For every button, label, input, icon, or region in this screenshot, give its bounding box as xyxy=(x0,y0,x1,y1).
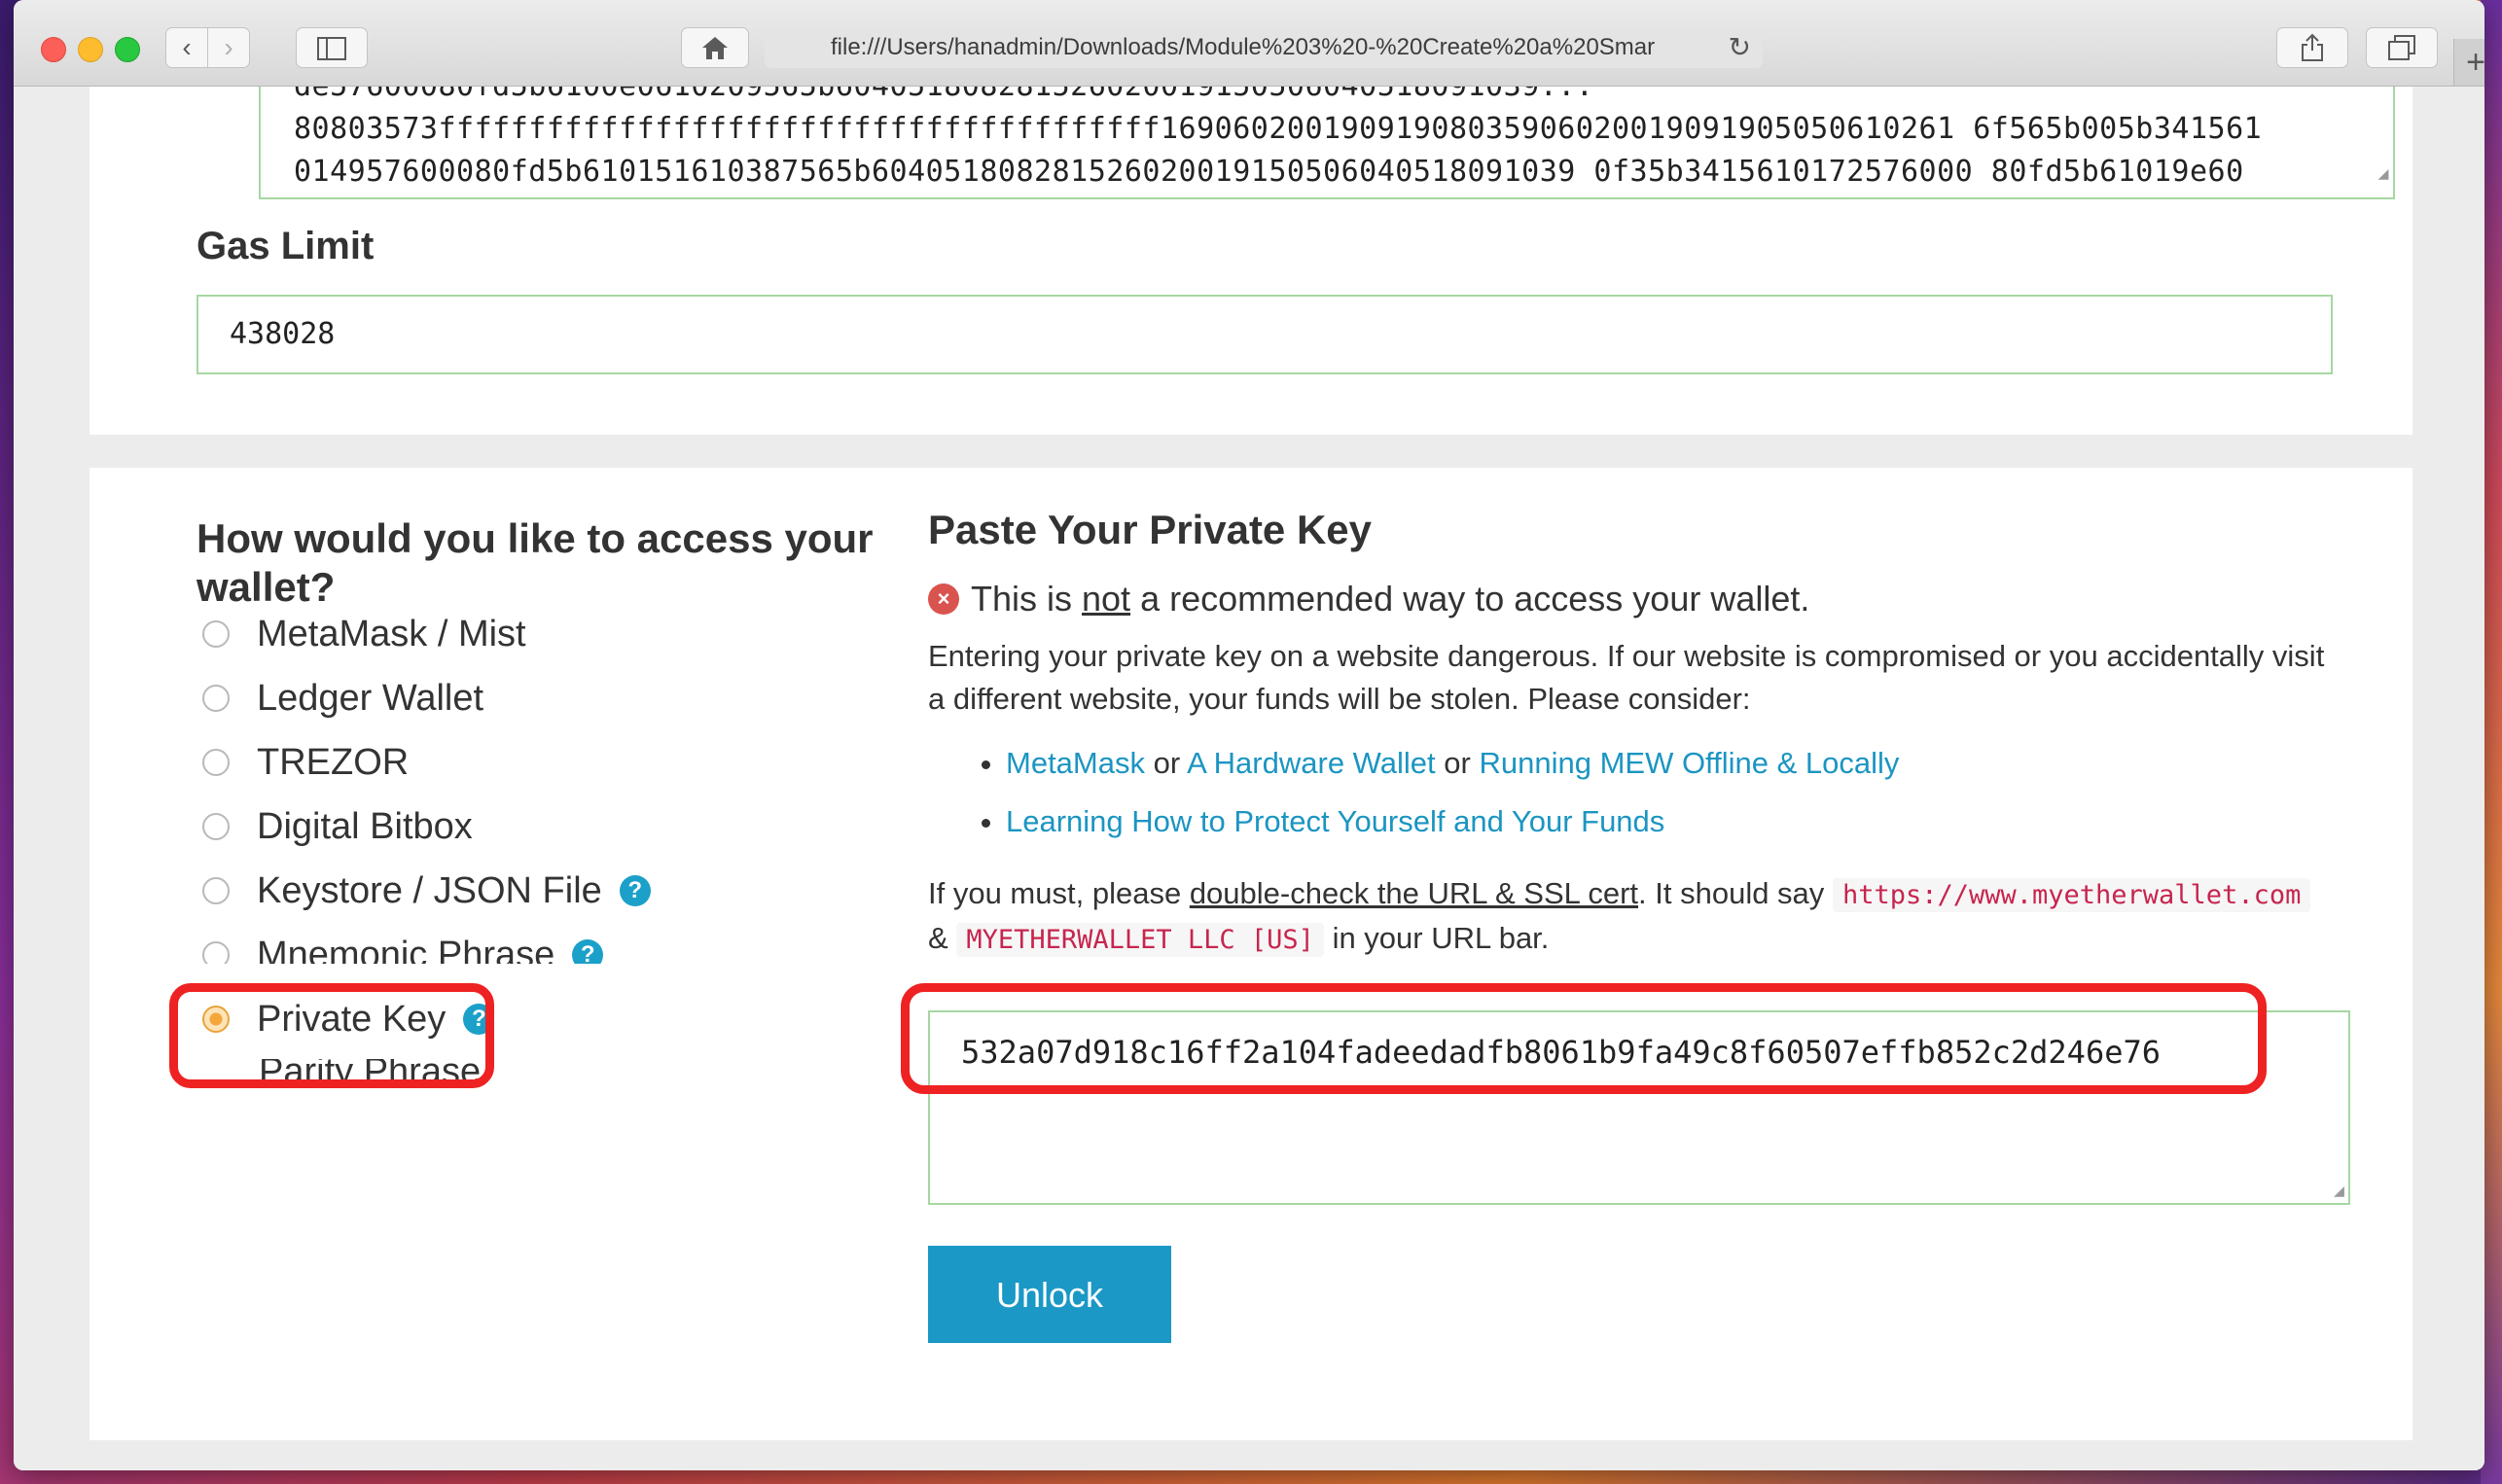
cert-code: MYETHERWALLET LLC [US] xyxy=(956,923,1324,957)
private-key-section: Paste Your Private Key × This is not a r… xyxy=(928,507,2348,962)
help-icon[interactable]: ? xyxy=(572,939,604,964)
hardware-wallet-link[interactable]: A Hardware Wallet xyxy=(1187,746,1436,780)
radio-digital-bitbox[interactable]: Digital Bitbox xyxy=(202,802,473,851)
list-item: MetaMask or A Hardware Wallet or Running… xyxy=(1006,734,2348,793)
url-check-notice: If you must, please double-check the URL… xyxy=(928,872,2348,962)
tabs-icon xyxy=(2388,35,2415,60)
radio-metamask[interactable]: MetaMask / Mist xyxy=(202,610,526,658)
radio-label: Digital Bitbox xyxy=(257,805,473,847)
warning-description: Entering your private key on a website d… xyxy=(928,639,2325,716)
help-icon[interactable]: ? xyxy=(619,875,651,906)
address-bar[interactable]: file:///Users/hanadmin/Downloads/Module%… xyxy=(765,27,1763,68)
resize-grip-icon[interactable]: ◢ xyxy=(2378,153,2389,195)
learning-link[interactable]: Learning How to Protect Yourself and You… xyxy=(1006,804,1664,838)
access-wallet-card: How would you like to access your wallet… xyxy=(89,468,2413,1440)
radio-button[interactable] xyxy=(202,941,230,964)
ssl-check-link[interactable]: double-check the URL & SSL cert xyxy=(1190,876,1638,910)
radio-ledger[interactable]: Ledger Wallet xyxy=(202,674,483,723)
alternatives-list: MetaMask or A Hardware Wallet or Running… xyxy=(928,734,2348,851)
warning-text-pre: This is xyxy=(971,579,1073,618)
radio-button[interactable] xyxy=(202,749,230,776)
radio-label: Ledger Wallet xyxy=(257,677,484,719)
close-window-button[interactable] xyxy=(41,37,66,62)
radio-label: Mnemonic Phrase xyxy=(257,934,555,975)
chevron-left-icon: ‹ xyxy=(182,32,192,62)
browser-toolbar: ‹ › file:///Users/hanadmin/Downloads/Mod… xyxy=(14,0,2484,87)
plus-icon: + xyxy=(2466,44,2484,81)
or-text: or xyxy=(1444,746,1471,780)
radio-button[interactable] xyxy=(202,685,230,712)
ifmust-pre: If you must, please xyxy=(928,876,1182,910)
radio-label: TREZOR xyxy=(257,741,410,783)
browser-window: ‹ › file:///Users/hanadmin/Downloads/Mod… xyxy=(14,0,2484,1470)
zoom-window-button[interactable] xyxy=(115,37,140,62)
forward-button[interactable]: › xyxy=(207,27,250,68)
contract-card: de57600080fd5b6100e0610209565b6040518082… xyxy=(89,87,2413,435)
bytecode-line: 014957600080fd5b610151610387565b60405180… xyxy=(294,155,2244,189)
bytecode-line: de57600080fd5b6100e0610209565b6040518082… xyxy=(294,87,2360,108)
warning-line: × This is not a recommended way to acces… xyxy=(928,579,2348,619)
home-button[interactable] xyxy=(681,27,749,68)
back-button[interactable]: ‹ xyxy=(165,27,208,68)
private-key-title: Paste Your Private Key xyxy=(928,507,1373,552)
radio-label: MetaMask / Mist xyxy=(257,613,526,654)
sidebar-toggle-button[interactable] xyxy=(296,27,368,68)
bytecode-textarea[interactable]: de57600080fd5b6100e0610209565b6040518082… xyxy=(259,87,2395,199)
share-icon xyxy=(2302,33,2323,61)
show-tabs-button[interactable] xyxy=(2366,27,2438,68)
unlock-button[interactable]: Unlock xyxy=(928,1246,1171,1343)
ifmust-post: in your URL bar. xyxy=(1332,921,1550,955)
chevron-right-icon: › xyxy=(224,32,233,62)
minimize-window-button[interactable] xyxy=(78,37,103,62)
warning-text-not: not xyxy=(1082,579,1131,618)
sidebar-icon xyxy=(317,37,346,60)
share-button[interactable] xyxy=(2276,27,2348,68)
or-text: or xyxy=(1153,746,1181,780)
error-icon: × xyxy=(928,583,959,615)
bytecode-line: 80803573ffffffffffffffffffffffffffffffff… xyxy=(294,112,2263,146)
metamask-link[interactable]: MetaMask xyxy=(1006,746,1145,780)
resize-grip-icon[interactable]: ◢ xyxy=(2334,1181,2344,1201)
radio-button[interactable] xyxy=(202,813,230,840)
warning-text-post: a recommended way to access your wallet. xyxy=(1140,579,1810,618)
reload-icon[interactable]: ↻ xyxy=(1729,27,1751,68)
highlight-annotation xyxy=(169,983,494,1088)
radio-trezor[interactable]: TREZOR xyxy=(202,738,409,787)
radio-label: Keystore / JSON File xyxy=(257,869,602,911)
access-wallet-title: How would you like to access your wallet… xyxy=(197,515,874,610)
new-tab-button[interactable]: + xyxy=(2453,39,2484,86)
radio-mnemonic[interactable]: Mnemonic Phrase ? xyxy=(202,931,604,975)
ampersand: & xyxy=(928,921,948,955)
radio-button[interactable] xyxy=(202,877,230,904)
gas-limit-input[interactable]: 438028 xyxy=(197,295,2333,374)
home-icon xyxy=(702,37,728,59)
page-content: de57600080fd5b6100e0610209565b6040518082… xyxy=(14,87,2484,1470)
radio-button[interactable] xyxy=(202,620,230,648)
radio-keystore[interactable]: Keystore / JSON File ? xyxy=(202,866,651,915)
url-code: https://www.myetherwallet.com xyxy=(1832,878,2311,912)
gas-limit-label: Gas Limit xyxy=(197,225,375,267)
offline-link[interactable]: Running MEW Offline & Locally xyxy=(1479,746,1899,780)
highlight-annotation xyxy=(901,983,2267,1094)
ifmust-mid: . It should say xyxy=(1638,876,1825,910)
url-text: file:///Users/hanadmin/Downloads/Module%… xyxy=(831,34,1656,60)
list-item: Learning How to Protect Yourself and You… xyxy=(1006,793,2348,851)
